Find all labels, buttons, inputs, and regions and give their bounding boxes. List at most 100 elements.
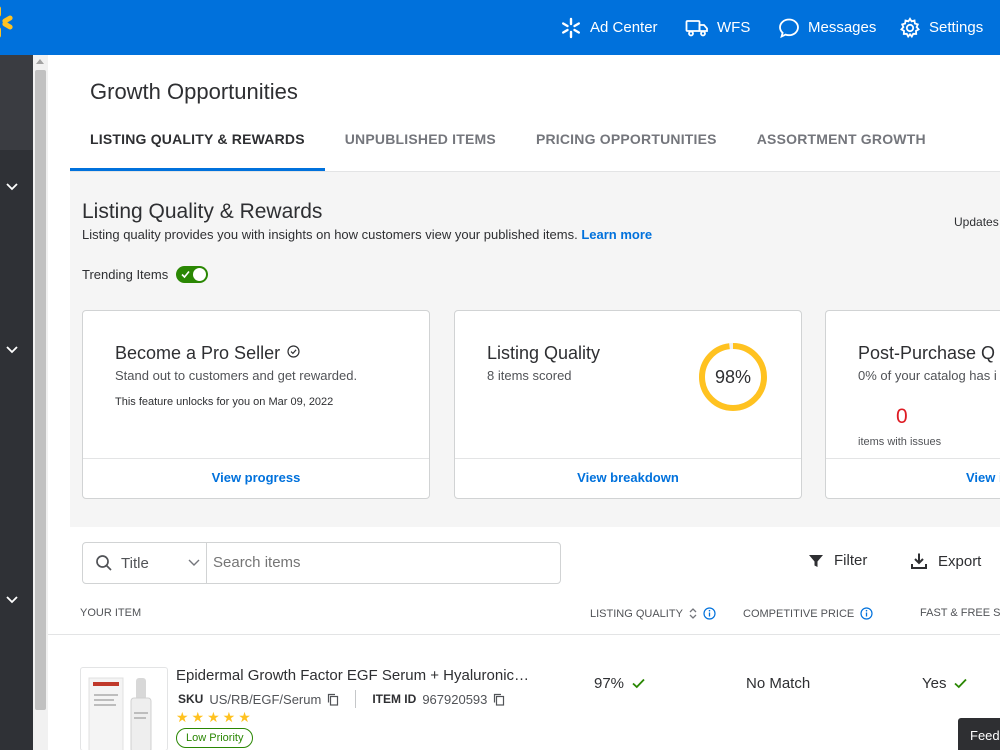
tab-listing-quality[interactable]: LISTING QUALITY & REWARDS: [70, 125, 325, 171]
wfs-link[interactable]: WFS: [685, 0, 750, 55]
pro-seller-unlock-note: This feature unlocks for you on Mar 09, …: [115, 396, 334, 408]
page-title: Growth Opportunities: [90, 79, 298, 104]
listing-quality-card: Listing Quality 8 items scored 98% View …: [454, 310, 802, 499]
truck-icon: [685, 19, 708, 36]
chevron-down-icon[interactable]: [4, 341, 20, 357]
header-fast-free-shipping: FAST & FREE SH: [920, 607, 1000, 619]
product-thumbnail[interactable]: [80, 667, 168, 750]
fast-free-value: Yes: [922, 675, 947, 692]
scrollbar-thumb[interactable]: [35, 70, 46, 710]
left-sidebar: [0, 55, 33, 750]
wfs-label: WFS: [717, 19, 751, 36]
verified-badge-icon: [287, 345, 300, 358]
header-your-item: YOUR ITEM: [80, 607, 141, 619]
trending-items-toggle[interactable]: [176, 266, 209, 283]
checkmark-icon: [954, 678, 968, 689]
chat-icon: [779, 18, 799, 38]
serum-bottle-image: [88, 677, 152, 750]
filter-icon: [809, 554, 823, 567]
sidebar-top-item[interactable]: [0, 55, 33, 150]
quality-score-value: 98%: [715, 367, 751, 387]
chevron-down-icon[interactable]: [4, 178, 20, 194]
top-navigation-bar: Ad Center WFS Messages Settings: [0, 0, 1000, 55]
star-rating: ★★★★★: [176, 709, 254, 725]
messages-link[interactable]: Messages: [778, 0, 876, 55]
pro-seller-subtitle: Stand out to customers and get rewarded.: [115, 368, 358, 383]
copy-icon[interactable]: [327, 693, 339, 706]
chevron-down-icon: [188, 559, 200, 566]
tab-unpublished-items[interactable]: UNPUBLISHED ITEMS: [325, 125, 516, 171]
item-id-value: 967920593: [422, 691, 488, 707]
product-name-link[interactable]: Epidermal Growth Factor EGF Serum + Hyal…: [176, 667, 536, 684]
competitive-price-cell: No Match: [746, 675, 810, 692]
sidebar-scrollbar[interactable]: [33, 55, 48, 750]
pro-seller-card: Become a Pro Seller Stand out to custome…: [82, 310, 430, 499]
messages-label: Messages: [808, 19, 877, 36]
post-purchase-title: Post-Purchase Q: [858, 343, 996, 363]
sku-value: US/RB/EGF/Serum: [209, 691, 322, 707]
priority-badge: Low Priority: [176, 728, 254, 748]
section-title: Listing Quality & Rewards: [82, 200, 323, 223]
view-issues-link[interactable]: View i: [826, 458, 1000, 498]
tab-assortment-growth[interactable]: ASSORTMENT GROWTH: [737, 125, 946, 171]
pro-seller-title: Become a Pro Seller: [115, 343, 300, 364]
search-input[interactable]: [213, 554, 543, 571]
table-row[interactable]: Epidermal Growth Factor EGF Serum + Hyal…: [48, 635, 1000, 750]
checkmark-icon: [632, 678, 645, 689]
listing-quality-section: Listing Quality & Rewards Listing qualit…: [70, 172, 1000, 527]
sort-icon[interactable]: [689, 607, 697, 620]
spark-icon: [562, 17, 580, 38]
updates-label: Updates: [954, 215, 999, 229]
search-icon: [96, 555, 112, 571]
info-icon[interactable]: [860, 607, 873, 620]
issues-count: 0: [896, 405, 908, 428]
product-identifiers: SKU US/RB/EGF/Serum ITEM ID 967920593: [178, 690, 505, 708]
settings-label: Settings: [929, 19, 984, 36]
export-button[interactable]: Export: [910, 552, 981, 570]
listing-quality-cell: 97%: [594, 675, 645, 692]
search-bar: Title: [82, 542, 561, 584]
main-content: Growth Opportunities LISTING QUALITY & R…: [48, 55, 1000, 750]
identifier-separator: [355, 690, 357, 708]
view-breakdown-link[interactable]: View breakdown: [455, 458, 801, 498]
header-competitive-price-label: COMPETITIVE PRICE: [743, 607, 855, 620]
header-listing-quality-label: LISTING QUALITY: [590, 607, 683, 620]
search-field-select[interactable]: Title: [83, 543, 207, 583]
gear-icon: [900, 16, 920, 38]
settings-link[interactable]: Settings: [899, 0, 983, 55]
trending-items-label: Trending Items: [82, 267, 169, 282]
listing-quality-title: Listing Quality: [487, 343, 601, 363]
pro-seller-title-text: Become a Pro Seller: [115, 343, 281, 363]
table-header: YOUR ITEM LISTING QUALITY COMPETITIVE PR…: [48, 595, 1000, 635]
header-competitive-price: COMPETITIVE PRICE: [743, 607, 873, 620]
issues-count-label: items with issues: [858, 436, 942, 448]
tab-bar: LISTING QUALITY & REWARDS UNPUBLISHED IT…: [70, 125, 946, 171]
section-description: Listing quality provides you with insigh…: [82, 227, 578, 242]
learn-more-link[interactable]: Learn more: [581, 227, 652, 242]
header-your-item-label: YOUR ITEM: [80, 607, 142, 619]
sku-label: SKU: [178, 692, 204, 706]
export-label: Export: [938, 552, 982, 570]
quality-score-ring: 98%: [699, 343, 767, 411]
toggle-knob: [193, 268, 207, 281]
scroll-up-arrow-icon[interactable]: [36, 59, 44, 64]
search-field-value: Title: [121, 555, 149, 572]
filter-button[interactable]: Filter: [808, 552, 867, 569]
competitive-price-value: No Match: [746, 675, 811, 692]
post-purchase-subtitle: 0% of your catalog has i: [858, 368, 997, 383]
trending-items-toggle-row: Trending Items: [82, 266, 209, 283]
feedback-button[interactable]: Feedb: [958, 718, 1000, 750]
listing-quality-value: 97%: [594, 675, 625, 692]
section-subtitle: Listing quality provides you with insigh…: [82, 227, 652, 242]
info-icon[interactable]: [703, 607, 716, 620]
view-progress-link[interactable]: View progress: [83, 458, 429, 498]
tab-pricing-opportunities[interactable]: PRICING OPPORTUNITIES: [516, 125, 737, 171]
ad-center-link[interactable]: Ad Center: [560, 0, 658, 55]
header-listing-quality[interactable]: LISTING QUALITY: [590, 607, 716, 620]
copy-icon[interactable]: [493, 693, 505, 706]
walmart-spark-logo[interactable]: [0, 4, 22, 40]
check-icon: [181, 270, 190, 279]
download-icon: [911, 553, 927, 569]
items-scored-text: 8 items scored: [487, 368, 572, 383]
chevron-down-icon[interactable]: [4, 591, 20, 607]
